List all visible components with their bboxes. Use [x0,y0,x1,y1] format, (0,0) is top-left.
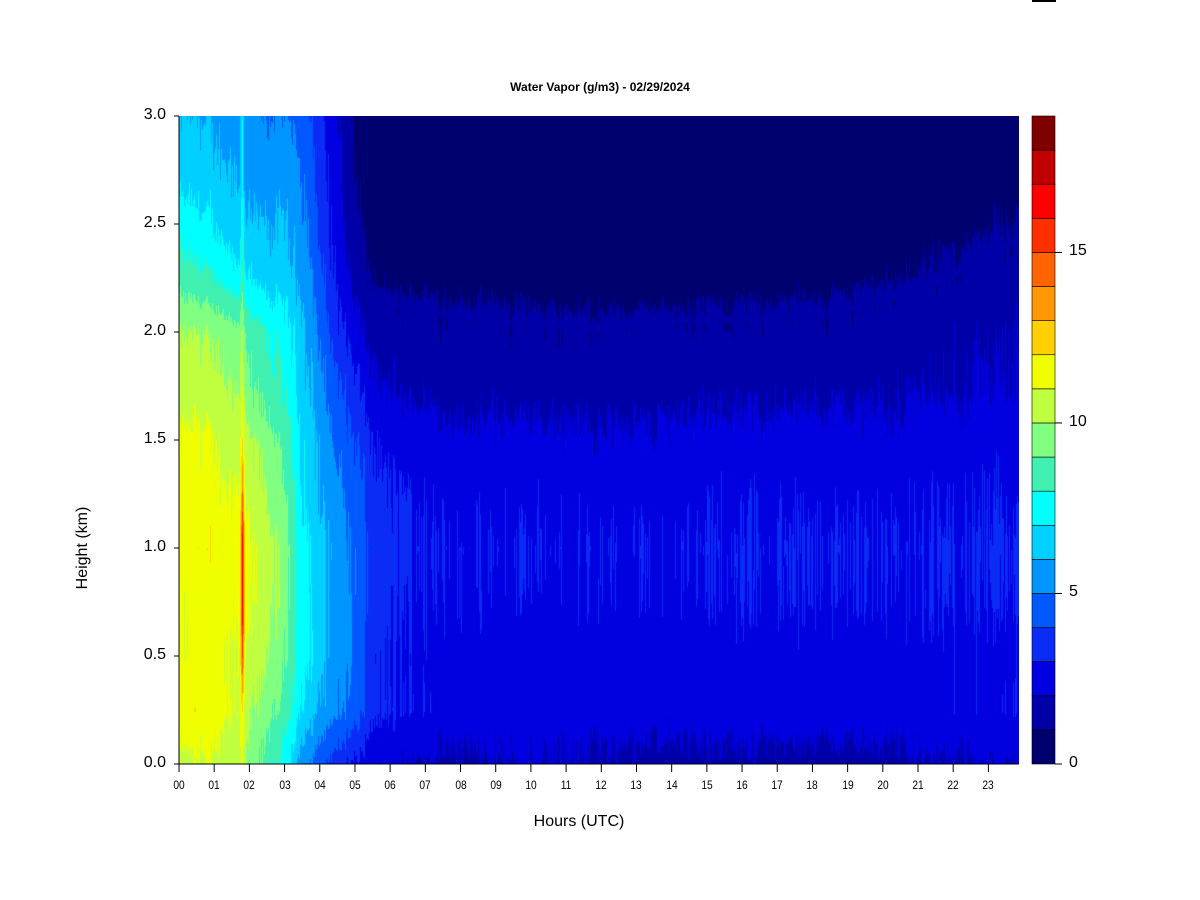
x-tick-label: 11 [560,778,572,792]
y-tick-label: 2.0 [143,322,166,339]
x-tick-label: 07 [419,778,432,792]
x-tick-label: 21 [912,778,924,792]
colorbar-tick-label: 10 [1069,412,1087,430]
axes-layer [174,115,1062,772]
x-tick-label: 00 [173,778,185,792]
colorbar-bin [1031,490,1056,526]
x-tick-label: 14 [665,778,678,792]
x-tick-label: 22 [947,778,959,792]
colorbar-bin [1031,695,1056,731]
colorbar-bin [1031,661,1056,697]
x-tick-label: 03 [278,778,291,792]
colorbar-bin [1031,320,1056,356]
x-tick-label: 06 [384,778,396,792]
y-tick-label: 2.5 [143,214,166,231]
colorbar-bin [1031,729,1056,765]
x-tick-label: 20 [877,778,889,792]
colorbar-bin [1031,286,1056,321]
x-tick-label: 12 [595,778,607,792]
x-tick-label: 09 [490,778,502,792]
colorbar-bin [1031,115,1056,151]
x-tick-label: 10 [525,778,537,792]
colorbar-bin [1031,456,1056,492]
colorbar-tick-label: 5 [1069,583,1078,601]
colorbar-tick-label: 0 [1069,754,1078,771]
x-tick-label: 05 [349,778,361,792]
y-tick-label: 1.5 [143,430,166,447]
y-axis-label: Height (km) [74,506,91,590]
x-tick-label: 19 [841,778,854,792]
colorbar-bin [1031,354,1056,390]
colorbar-bin [1031,524,1056,560]
y-tick-label: 1.0 [143,538,166,555]
x-tick-label: 04 [314,778,326,792]
x-tick-label: 02 [243,778,256,792]
colorbar-bin [1031,183,1056,219]
x-tick-label: 01 [208,778,220,792]
x-tick-label: 17 [771,778,783,792]
y-tick-label: 3.0 [143,106,166,123]
x-axis-label: Hours (UTC) [533,813,625,830]
colorbar-bin [1031,388,1056,424]
x-tick-label: 15 [701,778,713,792]
x-tick-label: 23 [982,778,995,792]
colorbar-bin [1031,627,1056,662]
y-tick-label: 0.5 [143,646,166,663]
colorbar-bin [1031,149,1056,185]
y-tick-label: 0.0 [143,754,166,771]
colorbar-tick-label: 15 [1069,242,1087,260]
colorbar-bin [1031,422,1056,458]
colorbar-bin [1031,252,1056,287]
x-tick-label: 08 [454,778,467,792]
colorbar-bin [1031,218,1056,253]
x-tick-label: 13 [630,778,643,792]
x-tick-label: 16 [736,778,748,792]
colorbar-bin [1031,559,1056,594]
colorbar-bin [1031,593,1056,628]
x-tick-label: 18 [806,778,819,792]
